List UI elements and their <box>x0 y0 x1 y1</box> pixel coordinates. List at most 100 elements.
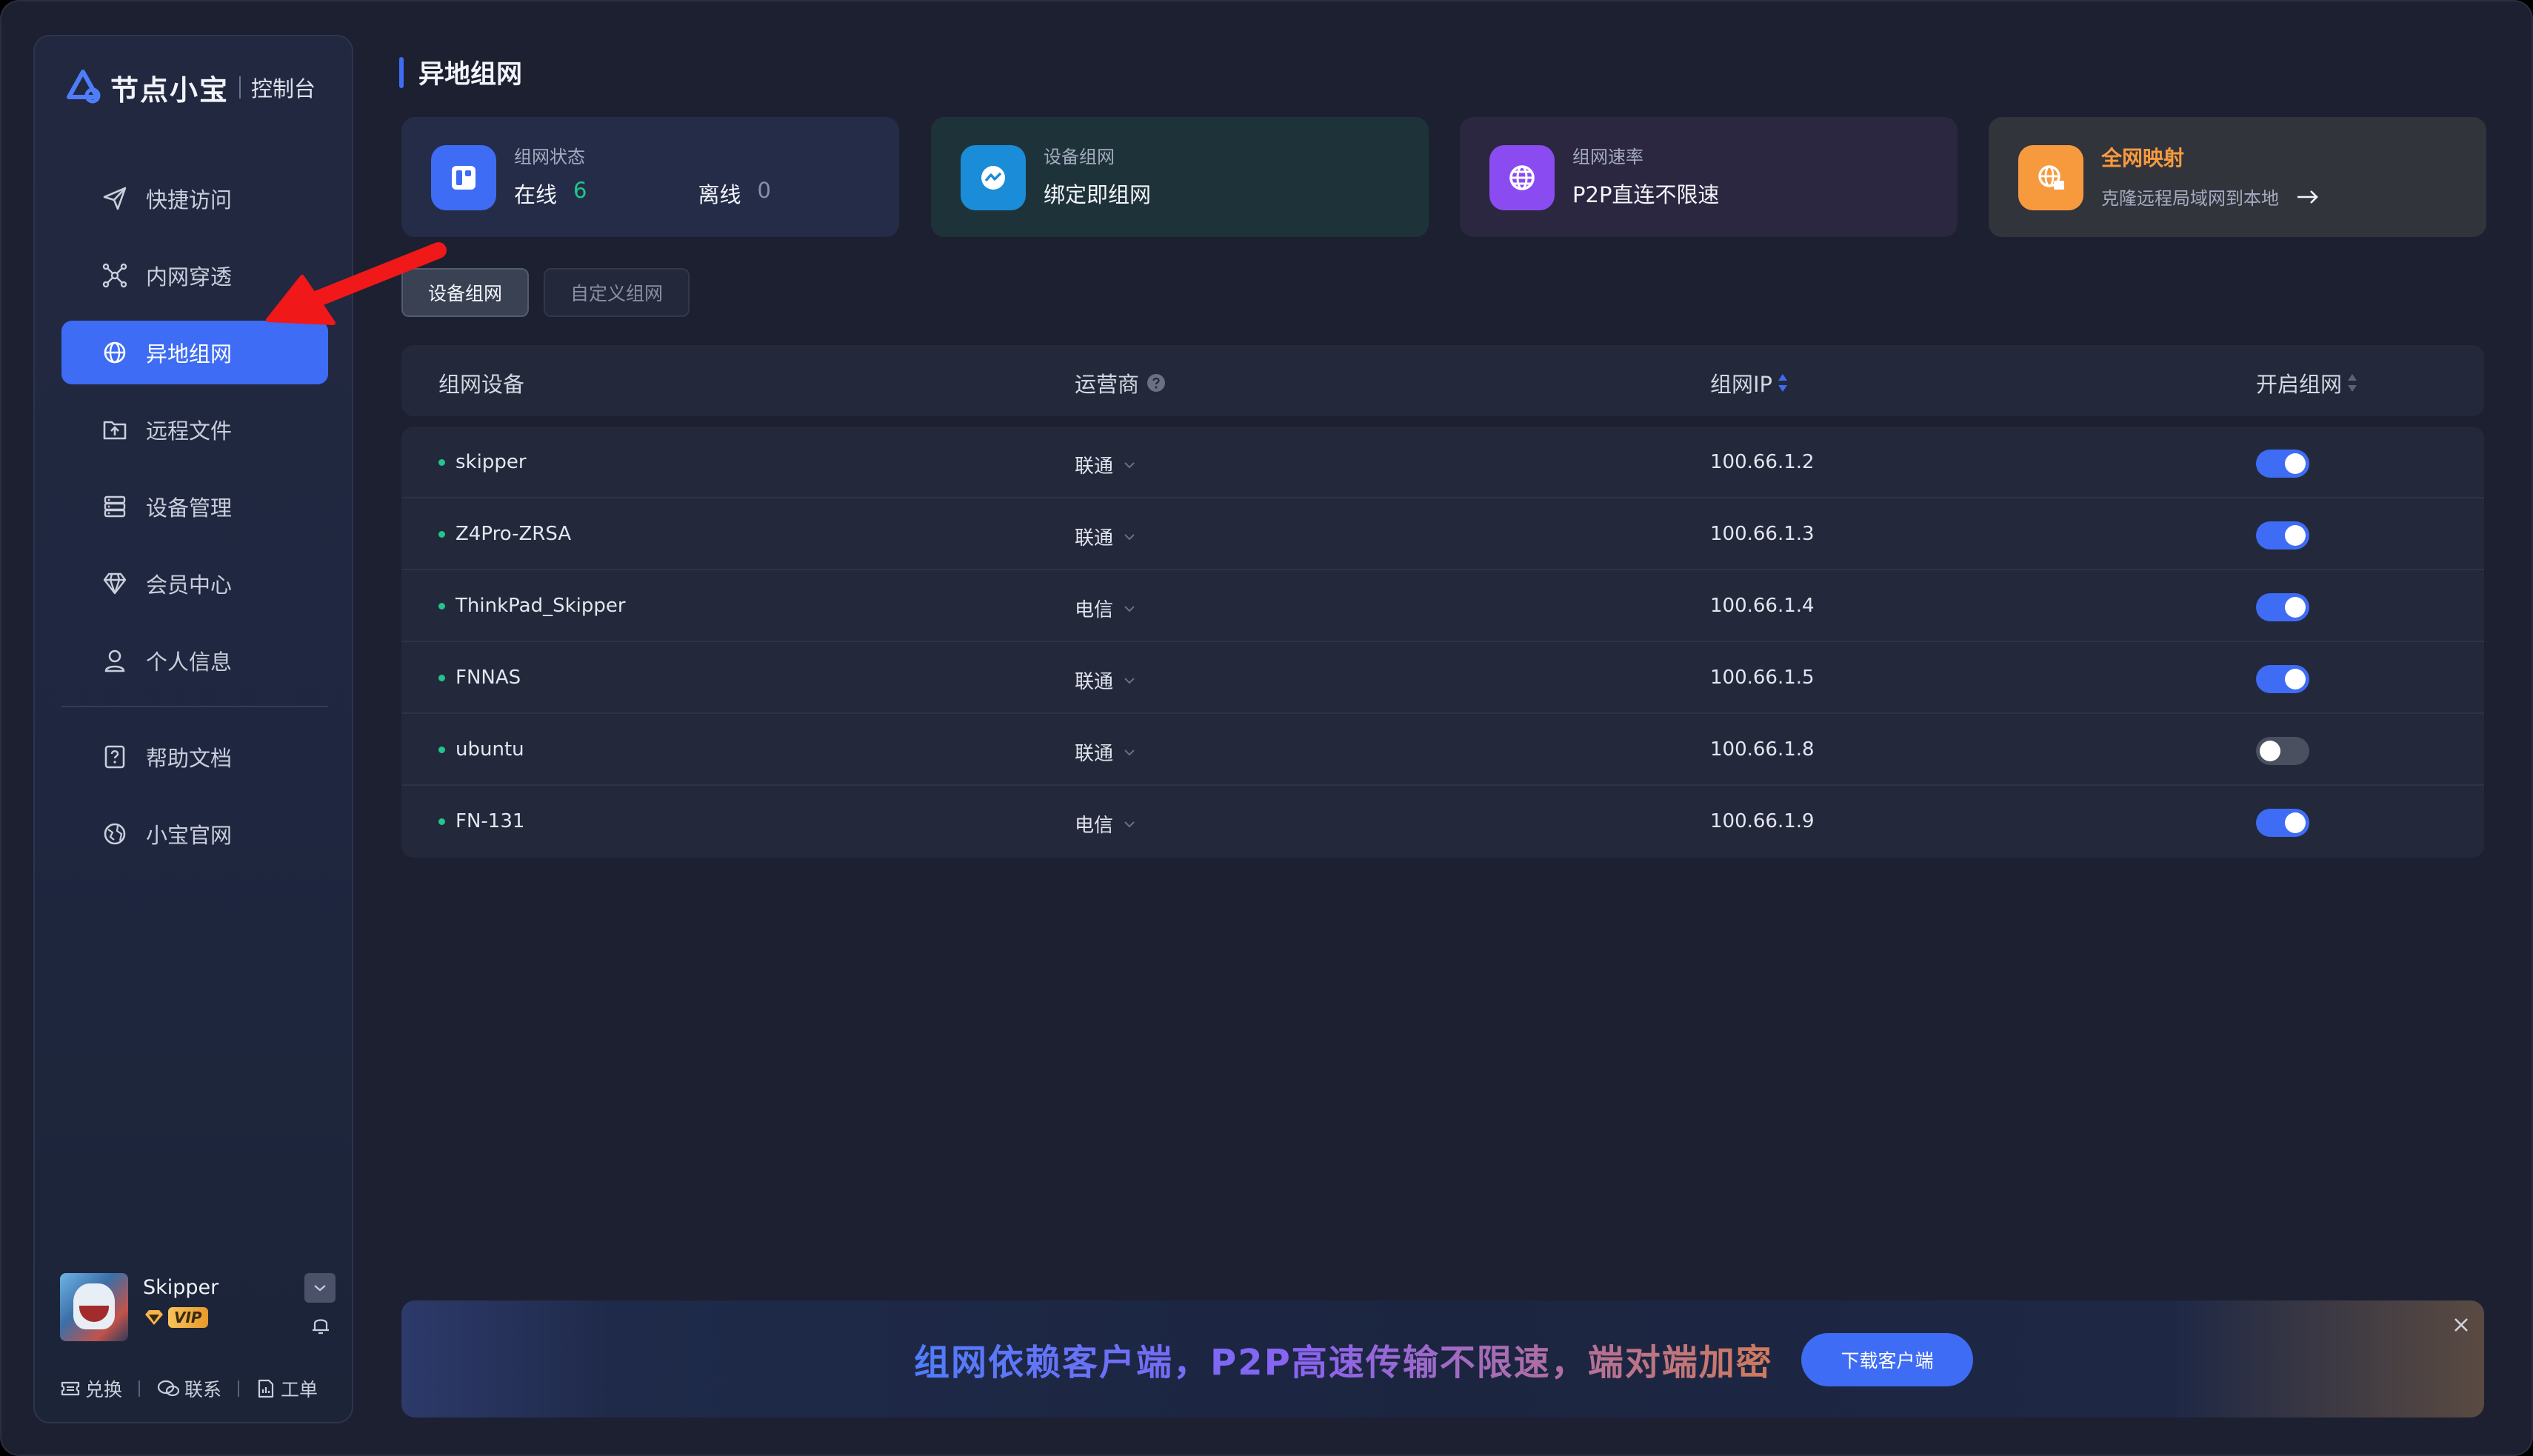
online-dot <box>438 674 445 681</box>
ip-cell: 100.66.1.4 <box>1710 595 1815 617</box>
send-icon <box>100 184 130 213</box>
chevron-down-icon <box>1124 677 1135 684</box>
device-name: ThinkPad_Skipper <box>455 595 626 617</box>
toggle-knob <box>2285 597 2306 618</box>
globe-device-icon <box>2018 145 2083 210</box>
card-device-network: 设备组网 绑定即组网 <box>931 117 1429 237</box>
sidebar-item-label: 快捷访问 <box>146 187 233 213</box>
sidebar-item-membership[interactable]: 会员中心 <box>61 552 328 615</box>
globe-icon <box>1489 145 1555 210</box>
device-name: FN-131 <box>455 810 525 832</box>
device-name: Z4Pro-ZRSA <box>455 523 572 545</box>
carrier-value: 电信 <box>1075 815 1114 837</box>
footer-divider <box>139 1380 141 1397</box>
online-dot <box>438 530 445 538</box>
ticket-link[interactable]: 工单 <box>256 1375 318 1402</box>
card-full-mapping[interactable]: 全网映射 克隆远程局域网到本地 <box>1989 117 2486 237</box>
carrier-select[interactable]: 联通 <box>1075 667 1137 694</box>
ip-cell: 100.66.1.3 <box>1710 523 1815 545</box>
card-network-speed: 组网速率 P2P直连不限速 <box>1460 117 1958 237</box>
table-row: ubuntu 联通 100.66.1.8 <box>401 714 2484 786</box>
sidebar-item-label: 会员中心 <box>146 572 233 598</box>
website-icon <box>100 819 130 849</box>
toggle-knob <box>2285 525 2306 546</box>
table-row: skipper 联通 100.66.1.2 <box>401 427 2484 498</box>
toggle-knob <box>2285 453 2306 474</box>
brand-name: 节点小宝 <box>110 73 230 107</box>
carrier-select[interactable]: 电信 <box>1075 595 1137 622</box>
online-count: 6 <box>573 178 587 203</box>
device-name: skipper <box>455 451 527 473</box>
network-toggle[interactable] <box>2256 809 2309 837</box>
network-toggle[interactable] <box>2256 521 2309 550</box>
column-header-enable[interactable]: 开启组网 <box>2256 367 2358 398</box>
carrier-select[interactable]: 联通 <box>1075 451 1137 478</box>
document-chart-icon <box>258 1379 274 1398</box>
network-toggle[interactable] <box>2256 737 2309 765</box>
carrier-select[interactable]: 电信 <box>1075 810 1137 838</box>
user-menu-toggle[interactable] <box>304 1273 336 1303</box>
network-toggle[interactable] <box>2256 450 2309 478</box>
offline-count: 0 <box>757 178 771 203</box>
sidebar-item-website[interactable]: 小宝官网 <box>61 802 328 866</box>
title-accent-bar <box>399 56 404 88</box>
chevron-down-icon <box>1124 605 1135 612</box>
column-header-enable-label: 开启组网 <box>2256 372 2343 397</box>
banner-text: 组网依赖客户端，P2P高速传输不限速，端对端加密 <box>914 1333 1773 1385</box>
carrier-select[interactable]: 联通 <box>1075 523 1137 550</box>
carrier-select[interactable]: 联通 <box>1075 738 1137 766</box>
contact-link[interactable]: 联系 <box>156 1375 221 1402</box>
column-header-ip[interactable]: 组网IP <box>1710 367 1789 398</box>
app-window: 节点小宝 控制台 快捷访问 内网穿透 异地组网 远程文件 设备管理 会员中心 个… <box>0 0 2533 1456</box>
online-dot <box>438 818 445 825</box>
toggle-knob <box>2260 741 2280 761</box>
user-name: Skipper <box>143 1276 219 1299</box>
ticket-icon <box>61 1381 80 1396</box>
ip-cell: 100.66.1.5 <box>1710 667 1815 689</box>
brand[interactable]: 节点小宝 控制台 <box>61 66 316 109</box>
avatar[interactable] <box>60 1273 128 1341</box>
network-toggle[interactable] <box>2256 665 2309 693</box>
card-label: 组网状态 <box>514 147 585 167</box>
network-toggle[interactable] <box>2256 593 2309 621</box>
chevron-down-icon <box>1124 461 1135 468</box>
offline-label: 离线 <box>698 182 741 207</box>
tab-custom-network[interactable]: 自定义组网 <box>544 268 690 317</box>
chevron-down-icon <box>1124 749 1135 755</box>
logo-icon <box>67 70 101 104</box>
column-header-device: 组网设备 <box>438 372 525 397</box>
notification-button[interactable] <box>307 1312 334 1338</box>
sidebar-item-help[interactable]: 帮助文档 <box>61 725 328 789</box>
sidebar-item-quick-access[interactable]: 快捷访问 <box>61 167 328 230</box>
chevron-down-icon <box>1124 533 1135 540</box>
chat-icon <box>157 1380 180 1397</box>
card-value: 绑定即组网 <box>1044 182 1152 207</box>
sidebar-item-label: 帮助文档 <box>146 746 233 771</box>
sidebar-item-devices[interactable]: 设备管理 <box>61 475 328 538</box>
bell-icon <box>313 1319 329 1335</box>
device-name: FNNAS <box>455 667 521 689</box>
sidebar-item-remote-files[interactable]: 远程文件 <box>61 398 328 461</box>
table-row: FN-131 电信 100.66.1.9 <box>401 786 2484 858</box>
diamond-icon <box>100 569 130 598</box>
footer-divider <box>238 1380 240 1397</box>
table-row: FNNAS 联通 100.66.1.5 <box>401 642 2484 714</box>
column-header-ip-label: 组网IP <box>1710 372 1773 397</box>
download-client-button[interactable]: 下载客户端 <box>1801 1333 1973 1386</box>
table-row: ThinkPad_Skipper 电信 100.66.1.4 <box>401 570 2484 642</box>
device-name-cell: ubuntu <box>438 738 524 761</box>
carrier-value: 联通 <box>1075 743 1114 765</box>
contact-label: 联系 <box>184 1379 222 1400</box>
ip-cell: 100.66.1.9 <box>1710 810 1815 832</box>
help-icon[interactable] <box>1147 373 1166 393</box>
redeem-link[interactable]: 兑换 <box>60 1375 122 1402</box>
user-icon <box>100 646 130 675</box>
vip-status: VIP <box>143 1307 208 1328</box>
ip-cell: 100.66.1.2 <box>1710 451 1815 473</box>
card-title: 全网映射 <box>2101 146 2185 170</box>
online-label: 在线 <box>514 182 558 207</box>
online-dot <box>438 458 445 466</box>
sidebar-item-profile[interactable]: 个人信息 <box>61 629 328 692</box>
device-name: ubuntu <box>455 738 524 761</box>
banner-close-button[interactable] <box>2449 1312 2474 1338</box>
